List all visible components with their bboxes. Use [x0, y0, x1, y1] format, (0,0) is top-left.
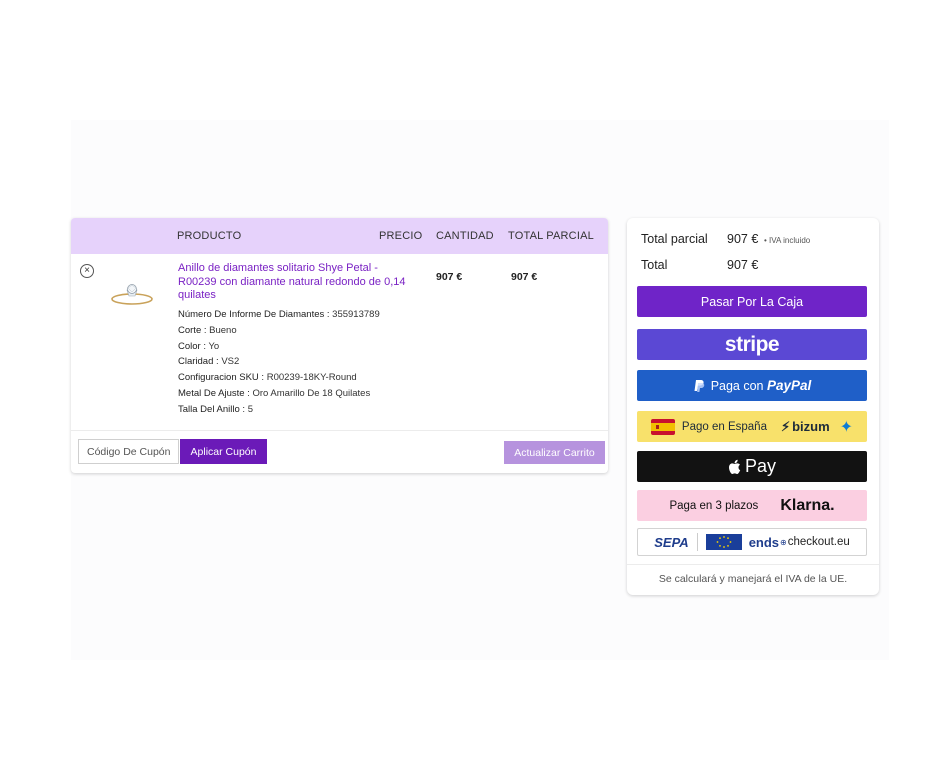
meta-row: Corte : Bueno: [178, 324, 237, 336]
meta-row: Configuracion SKU : R00239-18KY-Round: [178, 372, 357, 384]
subtotal-value: 907 € • IVA incluido: [727, 232, 811, 246]
ring-thumbnail[interactable]: [105, 278, 161, 310]
stripe-button[interactable]: stripe: [637, 329, 867, 360]
close-icon: ×: [84, 265, 90, 276]
paypal-icon: [694, 379, 704, 392]
header-subtotal: TOTAL PARCIAL: [508, 230, 594, 242]
remove-item-button[interactable]: ×: [80, 264, 94, 278]
bizum-button[interactable]: Pago en España ⚡︎ bizum ✦: [637, 411, 867, 442]
cart-table: PRODUCTO PRECIO CANTIDAD TOTAL PARCIAL ×…: [71, 218, 608, 473]
header-product: PRODUCTO: [177, 230, 242, 242]
checkout-button[interactable]: Pasar Por La Caja: [637, 286, 867, 317]
header-price: PRECIO: [379, 230, 423, 242]
meta-row: Talla Del Anillo : 5: [178, 403, 253, 415]
item-price: 907 €: [436, 271, 463, 283]
tax-note: IVA incluido: [769, 236, 811, 245]
meta-row: Número De Informe De Diamantes : 3559137…: [178, 309, 380, 320]
sepa-logo: SEPA: [654, 534, 689, 550]
cart-totals-panel: Total parcial 907 € • IVA incluido Total…: [627, 218, 879, 595]
apple-icon: [728, 459, 741, 474]
coupon-input[interactable]: [78, 439, 179, 464]
eu-flag-icon: [705, 534, 742, 550]
meta-row: Metal De Ajuste : Oro Amarillo De 18 Qui…: [178, 387, 371, 399]
spain-flag-icon: [650, 418, 675, 435]
klarna-button[interactable]: Paga en 3 plazos Klarna.: [637, 490, 867, 521]
vat-notice: Se calculará y manejará el IVA de la UE.: [627, 564, 879, 585]
sepa-checkout-button[interactable]: SEPA ends ⊕ checkout.eu: [637, 528, 867, 556]
item-total: 907 €: [511, 271, 538, 283]
product-meta: Número De Informe De Diamantes : 3559137…: [178, 307, 428, 418]
header-quantity: CANTIDAD: [436, 230, 494, 242]
product-name-link[interactable]: Anillo de diamantes solitario Shye Petal…: [178, 262, 418, 303]
paypal-button[interactable]: Paga con PayPal: [637, 370, 867, 401]
caixa-star-icon: ✦: [839, 418, 854, 436]
apple-pay-button[interactable]: Pay: [637, 451, 867, 482]
divider: [71, 430, 608, 431]
total-label: Total: [641, 258, 668, 272]
cart-header: PRODUCTO PRECIO CANTIDAD TOTAL PARCIAL: [71, 218, 608, 254]
meta-row: Color : Yo: [178, 340, 220, 352]
update-cart-button[interactable]: Actualizar Carrito: [504, 441, 605, 464]
apply-coupon-button[interactable]: Aplicar Cupón: [180, 439, 267, 464]
total-value: 907 €: [727, 258, 759, 272]
meta-row: Claridad : VS2: [178, 356, 240, 368]
bizum-icon: ⚡︎: [780, 418, 791, 434]
subtotal-label: Total parcial: [641, 232, 708, 246]
